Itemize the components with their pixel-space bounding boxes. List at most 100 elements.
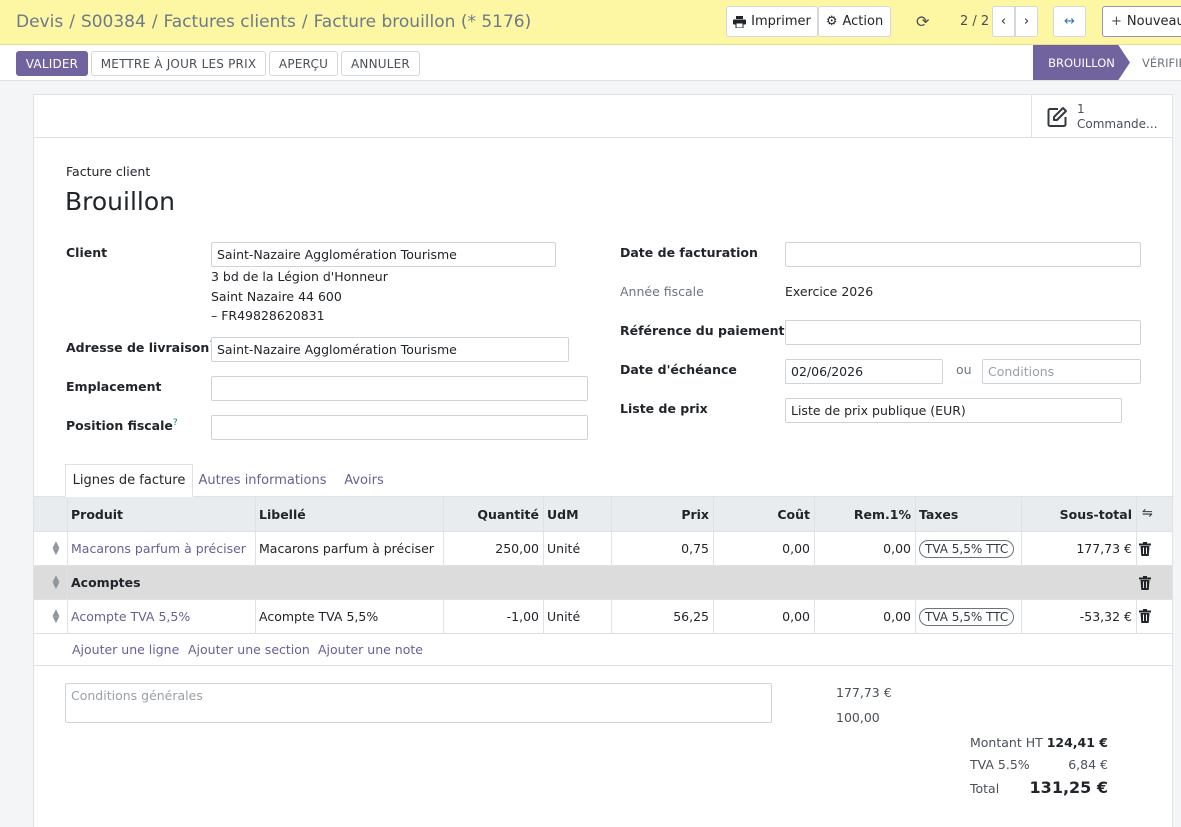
tab-invoice-lines[interactable]: Lignes de facture [65,464,193,497]
tab-other-info[interactable]: Autres informations [194,464,331,497]
location-field[interactable] [211,376,588,401]
delivery-address-label: Adresse de livraison? [66,340,214,355]
section-row[interactable]: ▲ ▼ Acomptes [34,566,1172,600]
cell-uom[interactable]: Unité [543,532,611,565]
cell-product[interactable]: Macarons parfum à préciser [67,532,255,565]
table-row[interactable]: ▲ ▼ Macarons parfum à préciser Macarons p… [34,532,1172,566]
fiscal-position-field[interactable] [211,415,588,440]
form-sheet: 1 Commande... Facture client Brouillon C… [33,94,1174,827]
tab-credit-notes[interactable]: Avoirs [334,464,394,497]
add-line-link[interactable]: Ajouter une ligne [72,642,179,657]
help-icon[interactable]: ? [173,418,178,428]
pager-next-button[interactable]: › [1015,6,1038,37]
action-bar: VALIDER METTRE À JOUR LES PRIX APERÇU AN… [0,45,1181,81]
cancel-button[interactable]: ANNULER [341,51,420,76]
control-panel: Devis / S00384/Factures clients / Facture br… [0,0,1181,45]
trash-icon[interactable] [1139,576,1151,590]
drag-handle-icon[interactable]: ▲ ▼ [52,609,60,625]
smart-button-label: Commande... [1077,116,1158,131]
column-divider [1136,600,1137,633]
refresh-icon[interactable]: ⟳ [916,12,929,31]
cell-uom[interactable]: Unité [543,600,611,633]
breadcrumb-item-order[interactable]: S00384 [81,12,146,32]
cell-price[interactable]: 0,75 [611,532,713,565]
update-prices-button[interactable]: METTRE À JOUR LES PRIX [91,51,266,76]
status-verified[interactable]: VÉRIFIÉ [1142,45,1181,80]
drag-handle-icon[interactable]: ▲ ▼ [52,541,60,557]
expand-width-button[interactable]: ↔ [1053,6,1086,37]
delivery-address-field[interactable]: Saint-Nazaire Agglomération Tourisme [211,337,569,362]
cell-discount[interactable]: 0,00 [814,532,915,565]
column-header-quantity[interactable]: Quantité [443,497,543,532]
cell-label[interactable]: Macarons parfum à préciser [255,532,443,565]
column-header-cost[interactable]: Coût [713,497,814,532]
action-button[interactable]: ⚙ Action [818,6,891,37]
cell-discount[interactable]: 0,00 [814,600,915,633]
trash-icon[interactable] [1139,542,1151,556]
column-divider [713,600,714,633]
column-header-discount[interactable]: Rem.1% [814,497,915,532]
cell-quantity[interactable]: -1,00 [443,600,543,633]
section-name[interactable]: Acomptes [67,566,467,599]
payment-terms-field[interactable]: Conditions [982,359,1141,384]
cell-cost[interactable]: 0,00 [713,600,814,633]
column-header-product[interactable]: Produit [67,497,255,532]
column-divider [611,600,612,633]
invoice-date-field[interactable] [785,242,1141,267]
column-header-taxes[interactable]: Taxes [915,497,1021,532]
pager-previous-button[interactable]: ‹ [992,6,1015,37]
cell-product[interactable]: Acompte TVA 5,5% [67,600,255,633]
pricelist-field[interactable]: Liste de prix publique (EUR) [785,398,1122,423]
optional-columns-icon[interactable]: ⇋ [1142,506,1153,521]
column-divider [443,497,444,566]
payment-reference-label: Référence du paiement? [620,323,789,338]
new-button[interactable]: + Nouveau [1102,6,1181,37]
validate-button[interactable]: VALIDER [16,51,88,76]
column-divider [611,497,612,566]
address-line: – FR49828620831 [211,308,325,323]
vat-value: 6,84 € [1068,757,1108,772]
gear-icon: ⚙ [825,14,838,29]
trash-icon[interactable] [1139,609,1151,623]
cell-price[interactable]: 56,25 [611,600,713,633]
client-field[interactable]: Saint-Nazaire Agglomération Tourisme [211,242,556,267]
column-divider [713,497,714,566]
column-header-label[interactable]: Libellé [255,497,443,532]
column-header-subtotal[interactable]: Sous-total [1021,497,1136,532]
fiscal-year-label: Année fiscale [620,284,704,299]
cell-label[interactable]: Acompte TVA 5,5% [255,600,443,633]
add-note-link[interactable]: Ajouter une note [318,642,423,657]
add-section-link[interactable]: Ajouter une section [188,642,310,657]
status-draft[interactable]: BROUILLON [1033,45,1130,80]
cell-taxes[interactable]: TVA 5,5% TTC [915,600,1021,633]
due-date-field[interactable]: 02/06/2026 [785,359,943,384]
payment-reference-field[interactable] [785,320,1141,345]
column-header-uom[interactable]: UdM [543,497,611,532]
column-header-price[interactable]: Prix [611,497,713,532]
column-divider [1021,600,1022,633]
column-divider [915,600,916,633]
pager-value: 2 / 2 [960,14,990,29]
cell-taxes[interactable]: TVA 5,5% TTC [915,532,1021,565]
column-divider [1021,497,1022,566]
breadcrumb-item-invoices[interactable]: Factures clients [164,12,296,32]
breadcrumb-item-devis[interactable]: Devis [16,12,63,32]
page-title: Brouillon [65,187,175,216]
column-divider [814,600,815,633]
plus-icon: + [1111,14,1122,29]
terms-conditions-field[interactable]: Conditions générales [65,683,772,723]
address-line: 3 bd de la Légion d'Honneur [211,269,388,284]
breadcrumb-item-current: Facture brouillon (* 5176) [313,12,532,32]
preview-button[interactable]: APERÇU [269,51,338,76]
extra-amount-1: 177,73 € [836,685,892,700]
edit-icon [1047,106,1067,127]
cell-quantity[interactable]: 250,00 [443,532,543,565]
tax-badge: TVA 5,5% TTC [919,607,1015,626]
drag-handle-icon[interactable]: ▲ ▼ [52,575,60,591]
cell-cost[interactable]: 0,00 [713,532,814,565]
print-button[interactable]: Imprimer [726,6,818,37]
table-row[interactable]: ▲ ▼ Acompte TVA 5,5% Acompte TVA 5,5% -1,… [34,600,1172,634]
sale-orders-smart-button[interactable]: 1 Commande... [1031,95,1172,138]
pricelist-label: Liste de prix [620,401,708,416]
invoice-lines-header: Produit Libellé Quantité UdM Prix Coût R… [34,497,1172,532]
